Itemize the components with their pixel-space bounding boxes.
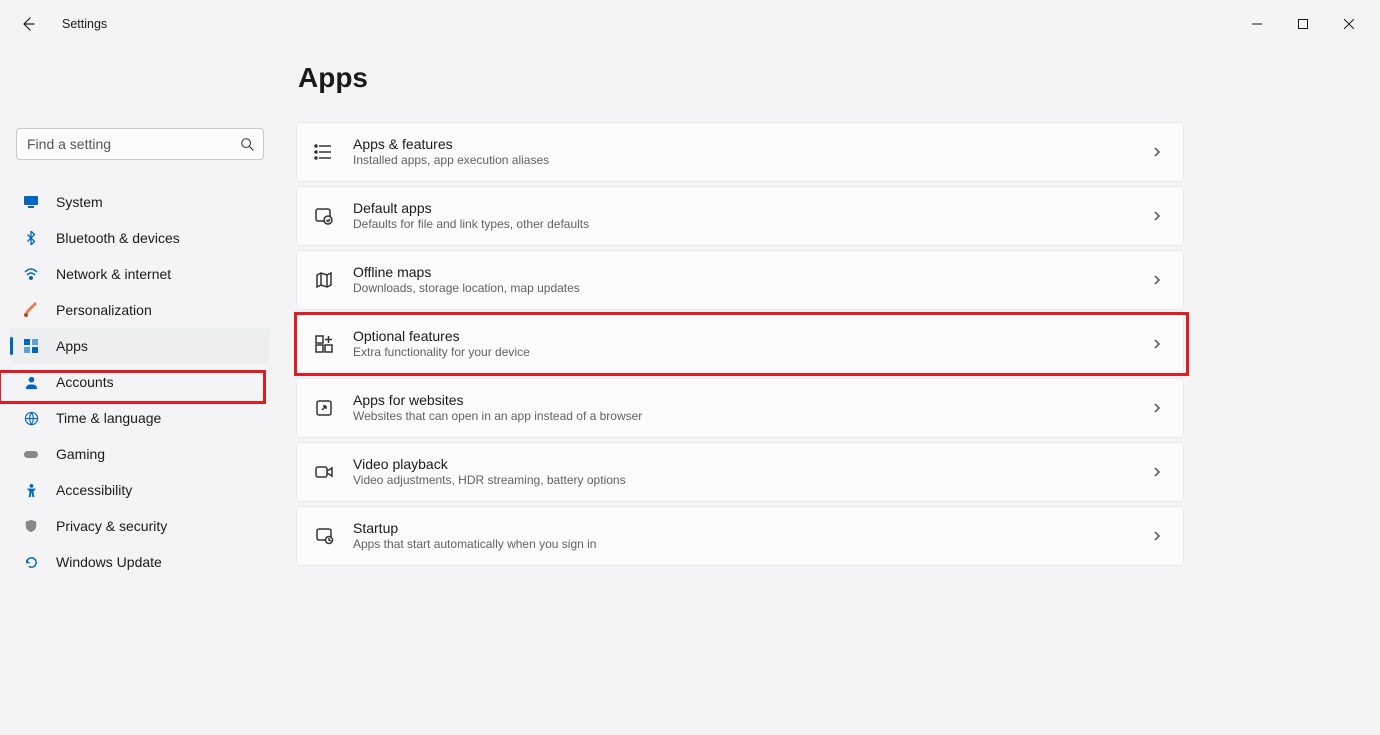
titlebar: Settings: [0, 0, 1380, 48]
startup-icon: [313, 525, 335, 547]
sidebar-item-privacy[interactable]: Privacy & security: [10, 508, 270, 544]
minimize-icon: [1252, 19, 1262, 29]
chevron-right-icon: [1151, 338, 1163, 350]
wifi-icon: [22, 265, 40, 283]
sidebar-nav: System Bluetooth & devices Network & int…: [10, 184, 270, 580]
sidebar-item-label: Bluetooth & devices: [56, 230, 180, 246]
chevron-right-icon: [1151, 466, 1163, 478]
sidebar-item-network[interactable]: Network & internet: [10, 256, 270, 292]
card-desc: Apps that start automatically when you s…: [353, 537, 596, 552]
close-icon: [1344, 19, 1354, 29]
link-icon: [313, 397, 335, 419]
map-icon: [313, 269, 335, 291]
sidebar-item-accounts[interactable]: Accounts: [10, 364, 270, 400]
card-apps-for-websites[interactable]: Apps for websites Websites that can open…: [296, 378, 1184, 438]
sidebar-item-label: Gaming: [56, 446, 105, 462]
chevron-right-icon: [1151, 530, 1163, 542]
card-offline-maps[interactable]: Offline maps Downloads, storage location…: [296, 250, 1184, 310]
sidebar-item-label: Privacy & security: [56, 518, 167, 534]
back-button[interactable]: [12, 8, 44, 40]
sidebar-item-time-language[interactable]: Time & language: [10, 400, 270, 436]
default-apps-icon: [313, 205, 335, 227]
cards-list: Apps & features Installed apps, app exec…: [296, 122, 1184, 566]
minimize-button[interactable]: [1234, 8, 1280, 40]
update-icon: [22, 553, 40, 571]
card-title: Apps & features: [353, 136, 549, 154]
sidebar-item-label: Apps: [56, 338, 88, 354]
card-title: Optional features: [353, 328, 530, 346]
sidebar-item-label: Windows Update: [56, 554, 162, 570]
sidebar-item-label: Personalization: [56, 302, 152, 318]
sidebar-item-label: Network & internet: [56, 266, 171, 282]
globe-icon: [22, 409, 40, 427]
card-optional-features[interactable]: Optional features Extra functionality fo…: [296, 314, 1184, 374]
chevron-right-icon: [1151, 210, 1163, 222]
page-title: Apps: [298, 62, 1184, 94]
list-icon: [313, 141, 335, 163]
card-desc: Websites that can open in an app instead…: [353, 409, 642, 424]
sidebar-item-bluetooth[interactable]: Bluetooth & devices: [10, 220, 270, 256]
window-title: Settings: [62, 17, 107, 31]
monitor-icon: [22, 193, 40, 211]
close-button[interactable]: [1326, 8, 1372, 40]
card-desc: Extra functionality for your device: [353, 345, 530, 360]
maximize-button[interactable]: [1280, 8, 1326, 40]
sidebar-item-apps[interactable]: Apps: [10, 328, 270, 364]
card-title: Offline maps: [353, 264, 580, 282]
card-desc: Downloads, storage location, map updates: [353, 281, 580, 296]
main-content: Apps Apps & features Installed apps, app…: [280, 48, 1380, 735]
card-default-apps[interactable]: Default apps Defaults for file and link …: [296, 186, 1184, 246]
video-icon: [313, 461, 335, 483]
card-title: Startup: [353, 520, 596, 538]
sidebar-item-gaming[interactable]: Gaming: [10, 436, 270, 472]
sidebar-item-label: System: [56, 194, 103, 210]
card-startup[interactable]: Startup Apps that start automatically wh…: [296, 506, 1184, 566]
sidebar-item-system[interactable]: System: [10, 184, 270, 220]
sidebar-item-accessibility[interactable]: Accessibility: [10, 472, 270, 508]
sidebar-item-label: Time & language: [56, 410, 161, 426]
card-title: Default apps: [353, 200, 589, 218]
arrow-left-icon: [20, 16, 36, 32]
chevron-right-icon: [1151, 402, 1163, 414]
card-desc: Installed apps, app execution aliases: [353, 153, 549, 168]
maximize-icon: [1298, 19, 1308, 29]
chevron-right-icon: [1151, 146, 1163, 158]
sidebar-item-label: Accounts: [56, 374, 114, 390]
card-desc: Video adjustments, HDR streaming, batter…: [353, 473, 626, 488]
sidebar: System Bluetooth & devices Network & int…: [0, 48, 280, 735]
sidebar-item-personalization[interactable]: Personalization: [10, 292, 270, 328]
shield-icon: [22, 517, 40, 535]
card-video-playback[interactable]: Video playback Video adjustments, HDR st…: [296, 442, 1184, 502]
optional-features-icon: [313, 333, 335, 355]
search-wrap: [16, 128, 264, 160]
bluetooth-icon: [22, 229, 40, 247]
card-apps-features[interactable]: Apps & features Installed apps, app exec…: [296, 122, 1184, 182]
card-title: Apps for websites: [353, 392, 642, 410]
search-input[interactable]: [16, 128, 264, 160]
card-desc: Defaults for file and link types, other …: [353, 217, 589, 232]
gamepad-icon: [22, 445, 40, 463]
brush-icon: [22, 301, 40, 319]
apps-icon: [22, 337, 40, 355]
search-icon: [240, 137, 254, 151]
chevron-right-icon: [1151, 274, 1163, 286]
sidebar-item-label: Accessibility: [56, 482, 132, 498]
sidebar-item-windows-update[interactable]: Windows Update: [10, 544, 270, 580]
window-controls: [1234, 8, 1372, 40]
accessibility-icon: [22, 481, 40, 499]
card-title: Video playback: [353, 456, 626, 474]
person-icon: [22, 373, 40, 391]
